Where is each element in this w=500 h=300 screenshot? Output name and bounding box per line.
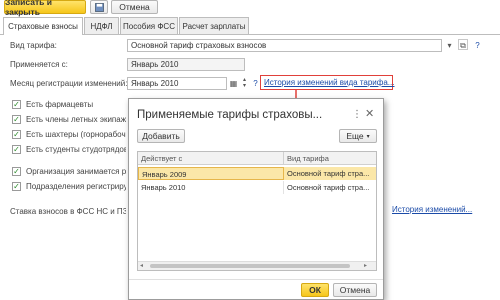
tariffs-dialog: Применяемые тарифы страховы... ⋮ ✕ Добав… <box>128 98 384 300</box>
more-button-label: Еще <box>346 131 364 141</box>
cell-tariff: Основной тариф стра... <box>284 181 376 194</box>
horizontal-scrollbar[interactable]: ◂ ▸ <box>138 261 376 270</box>
add-button[interactable]: Добавить <box>137 129 185 143</box>
column-header-tariff[interactable]: Вид тарифа <box>284 152 376 165</box>
checkbox-divisions-label: Подразделения регистриру <box>26 182 126 191</box>
checkbox-students[interactable]: ✓ <box>12 145 21 154</box>
table-row[interactable]: Январь 2010 Основной тариф стра... <box>138 181 376 194</box>
tab-bar: Страховые взносы НДФЛ Пособия ФСС Расчет… <box>0 17 500 35</box>
cell-from: Январь 2010 <box>138 181 284 194</box>
scroll-left-icon[interactable]: ◂ <box>140 262 143 269</box>
chevron-down-icon: ▾ <box>366 133 370 140</box>
more-button[interactable]: Еще ▾ <box>339 129 377 143</box>
help-icon[interactable]: ? <box>472 39 483 52</box>
checkbox-miners[interactable]: ✓ <box>12 130 21 139</box>
checkbox-miners-label: Есть шахтеры (горнорабочие) <box>26 130 126 139</box>
save-and-close-button[interactable]: Записать и закрыть <box>4 0 86 17</box>
checkbox-flight-crew-label: Есть члены летных экипажей <box>26 115 126 124</box>
applied-from-field: Январь 2010 <box>127 58 245 71</box>
checkbox-divisions[interactable]: ✓ <box>12 182 21 191</box>
cell-tariff: Основной тариф стра... <box>284 167 376 180</box>
fss-rate-label: Ставка взносов в ФСС НС и ПЗ <box>10 207 126 216</box>
checkbox-pharmacists-label: Есть фармацевты <box>26 100 94 109</box>
reg-month-field[interactable]: Январь 2010 <box>127 77 227 90</box>
reg-month-label: Месяц регистрации изменений: <box>10 79 128 88</box>
dialog-title: Применяемые тарифы страховы... <box>137 109 323 121</box>
cancel-button[interactable]: Отмена <box>111 0 158 14</box>
scroll-thumb[interactable] <box>150 264 350 268</box>
save-icon-button[interactable] <box>90 0 108 14</box>
tariff-type-field[interactable]: Основной тариф страховых взносов <box>127 39 442 52</box>
close-icon[interactable]: ✕ <box>365 107 374 120</box>
tab-payroll[interactable]: Расчет зарплаты <box>179 17 249 34</box>
open-icon[interactable]: ⧉ <box>458 39 468 50</box>
column-header-from[interactable]: Действует с <box>138 152 284 165</box>
checkbox-pharmacists[interactable]: ✓ <box>12 100 21 109</box>
tariff-type-label: Вид тарифа: <box>10 41 57 50</box>
checkbox-flight-crew[interactable]: ✓ <box>12 115 21 124</box>
applied-from-label: Применяется с: <box>10 60 68 69</box>
cell-from: Январь 2009 <box>138 167 284 180</box>
checkbox-students-label: Есть студенты студотрядов <box>26 145 126 154</box>
dropdown-icon[interactable]: ▾ <box>444 39 455 52</box>
tab-insurance[interactable]: Страховые взносы <box>3 17 83 35</box>
calendar-icon[interactable]: ▦ <box>228 77 239 90</box>
checkbox-organization-label: Организация занимается ра <box>26 167 126 176</box>
dialog-cancel-button[interactable]: Отмена <box>333 283 377 297</box>
stepper-icon[interactable]: ▴ ▾ <box>239 77 250 90</box>
more-vertical-icon[interactable]: ⋮ <box>352 109 362 120</box>
tariff-history-link[interactable]: История изменений вида тарифа... <box>264 78 394 87</box>
dialog-footer-divider <box>129 279 383 280</box>
table-row[interactable]: Январь 2009 Основной тариф стра... <box>138 167 376 180</box>
save-icon <box>94 2 104 12</box>
tab-ndfl[interactable]: НДФЛ <box>84 17 119 34</box>
scroll-right-icon[interactable]: ▸ <box>364 262 367 269</box>
tariffs-table: Действует с Вид тарифа М Январь 2009 Осн… <box>137 151 377 271</box>
tab-fss[interactable]: Пособия ФСС <box>120 17 178 34</box>
checkbox-organization[interactable]: ✓ <box>12 167 21 176</box>
fss-history-link[interactable]: История изменений... <box>392 205 472 214</box>
ok-button[interactable]: ОК <box>301 283 329 297</box>
